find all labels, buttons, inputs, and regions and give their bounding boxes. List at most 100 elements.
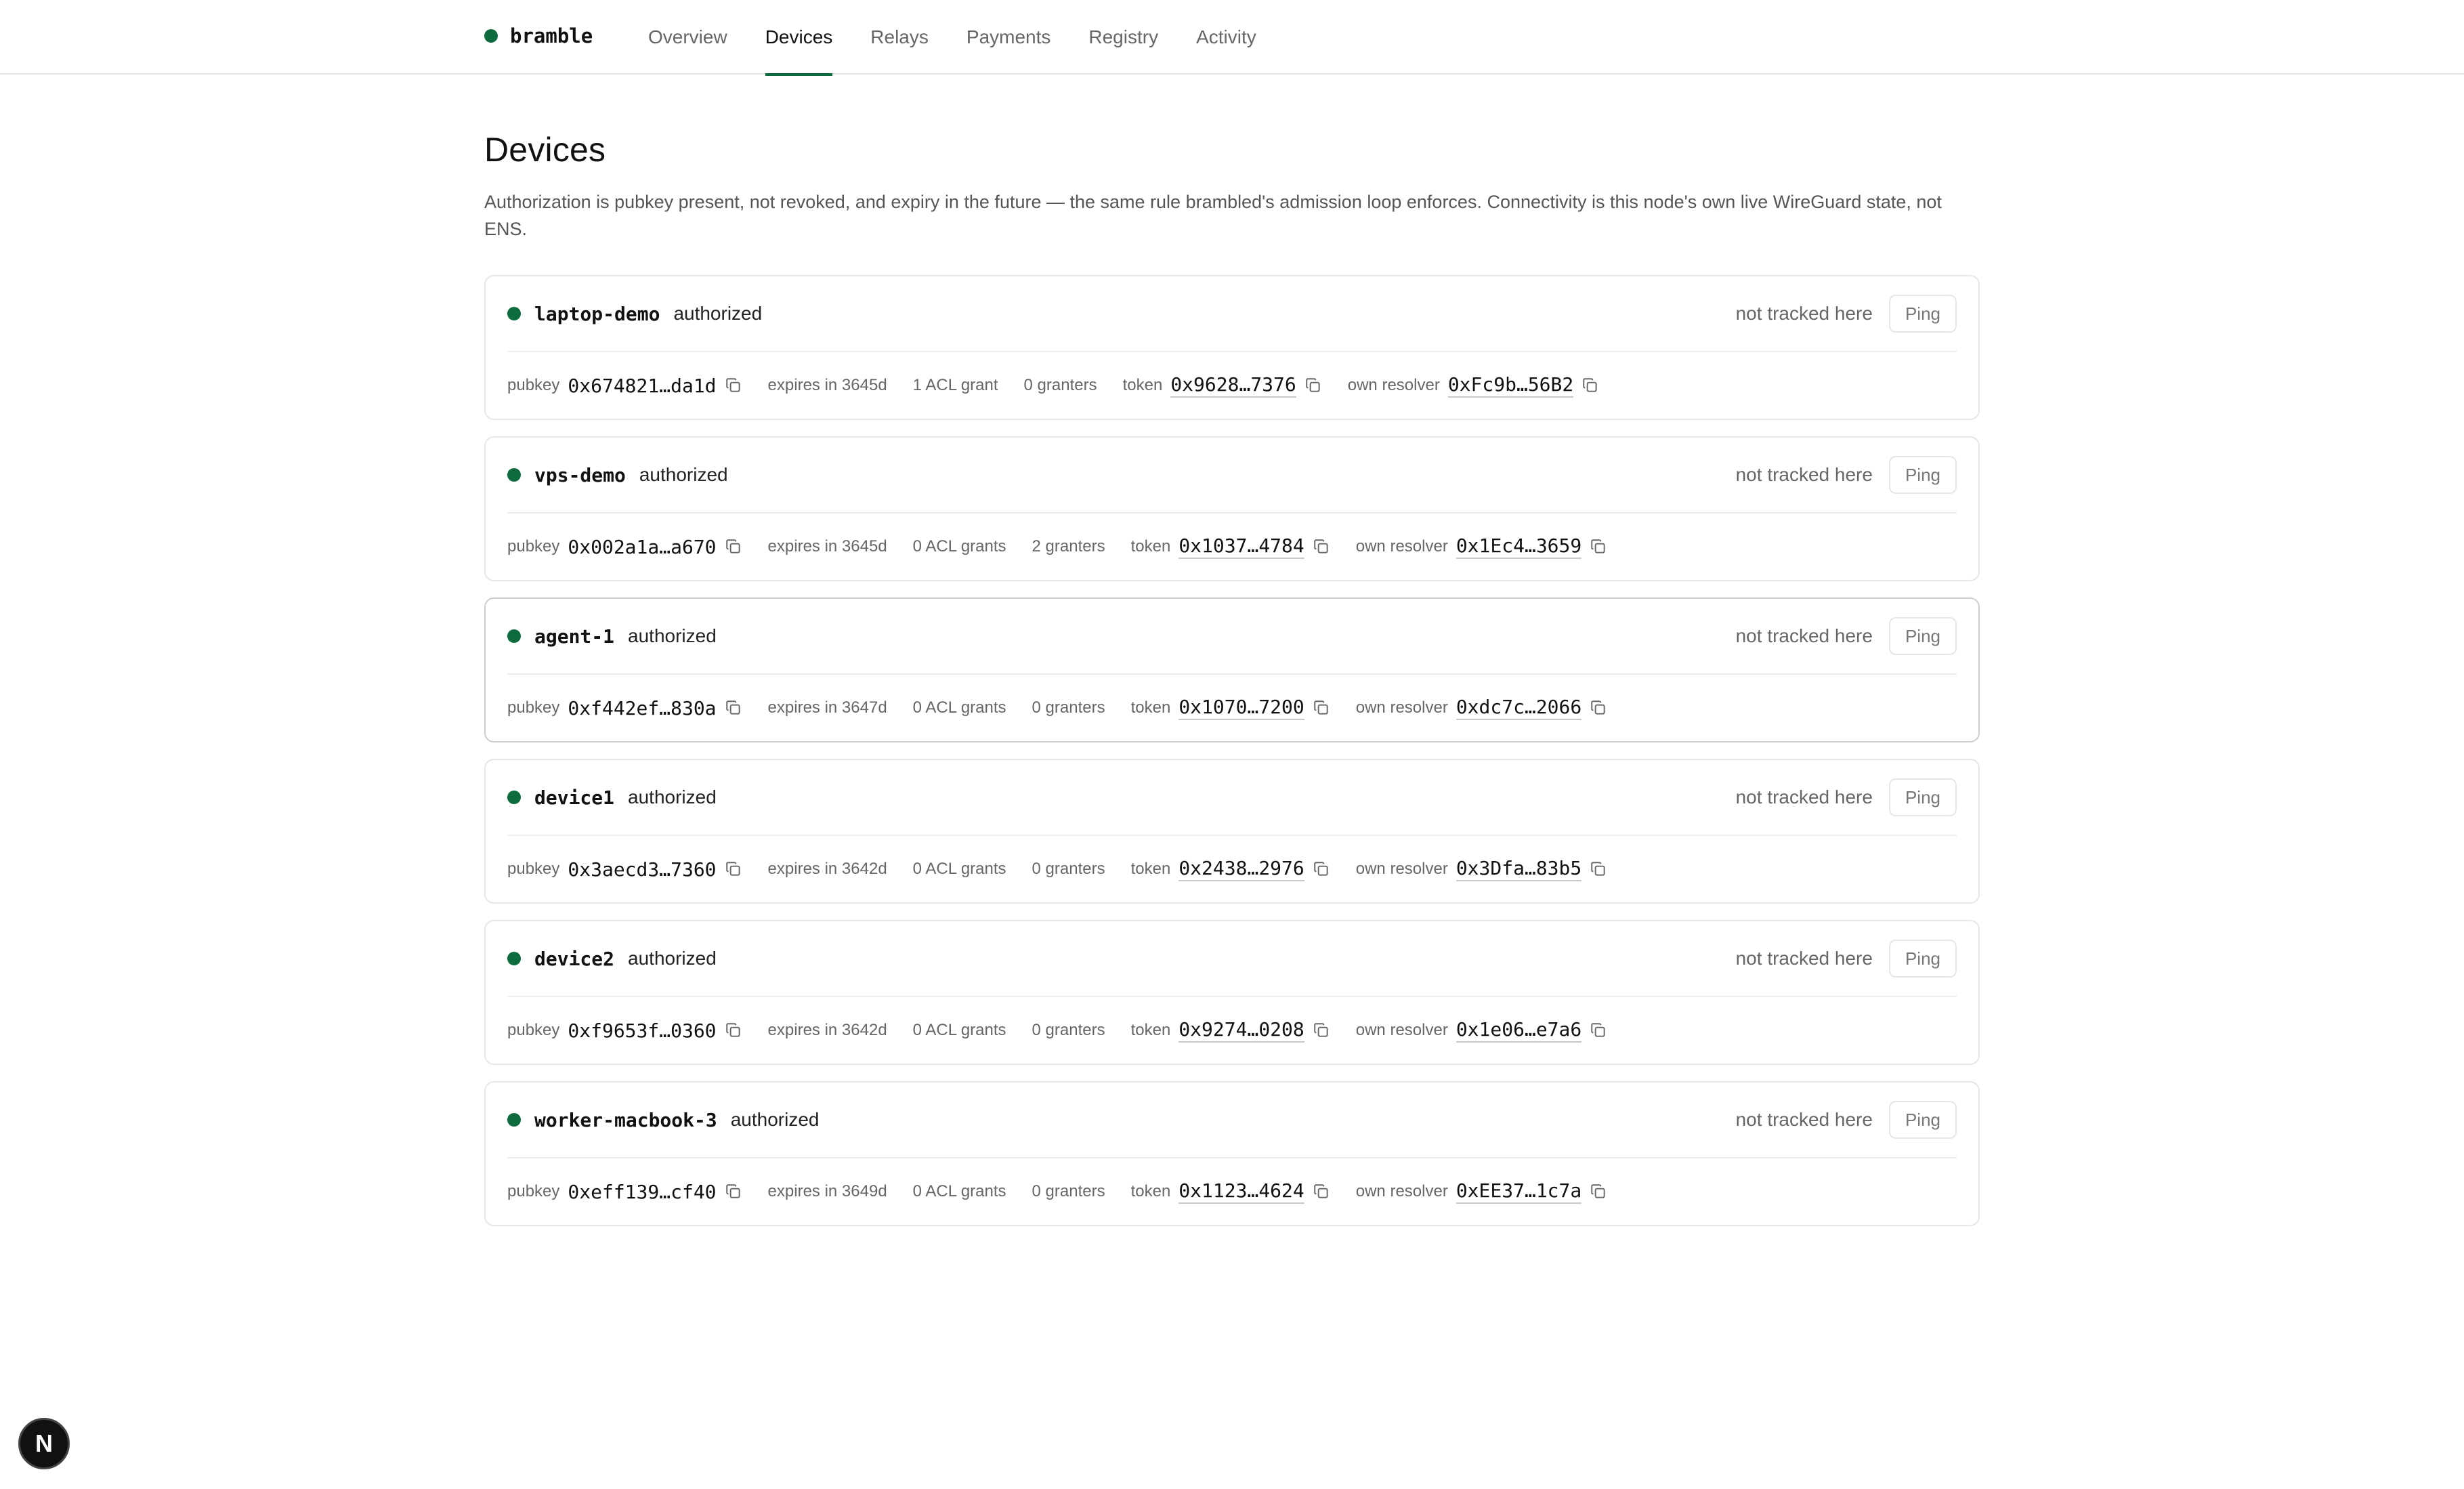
tab-activity[interactable]: Activity (1196, 0, 1256, 75)
main-content: Devices Authorization is pubkey present,… (484, 75, 1980, 1226)
token-link[interactable]: 0x1070…7200 (1178, 696, 1304, 720)
copy-icon[interactable] (1304, 377, 1322, 394)
tab-devices[interactable]: Devices (765, 0, 832, 76)
pubkey-value: 0xf442ef…830a (568, 696, 717, 719)
pubkey-label: pubkey (507, 698, 560, 717)
copy-icon[interactable] (725, 860, 742, 878)
ping-button[interactable]: Ping (1888, 940, 1957, 978)
top-nav: bramble Overview Devices Relays Payments… (0, 0, 2464, 76)
copy-icon[interactable] (1313, 1022, 1330, 1039)
device-name: agent-1 (534, 625, 615, 648)
copy-icon[interactable] (1313, 538, 1330, 555)
acl-grants-text: 0 ACL grants (912, 860, 1006, 878)
brand-status-dot (484, 29, 498, 43)
device-status: authorized (730, 1109, 820, 1130)
ping-button[interactable]: Ping (1888, 456, 1957, 494)
resolver-link[interactable]: 0xFc9b…56B2 (1447, 373, 1574, 398)
pubkey-value: 0xeff139…cf40 (568, 1180, 717, 1203)
dev-tools-badge[interactable]: N (18, 1418, 70, 1469)
device-card: vps-demo authorized not tracked here Pin… (484, 436, 1980, 581)
brand-name: bramble (510, 24, 593, 47)
resolver-link[interactable]: 0x3Dfa…83b5 (1456, 857, 1582, 881)
copy-icon[interactable] (725, 377, 742, 394)
copy-icon[interactable] (1581, 377, 1599, 394)
status-dot-icon (507, 791, 521, 804)
page-title: Devices (484, 131, 606, 169)
token-link[interactable]: 0x1123…4624 (1178, 1179, 1304, 1204)
resolver-link[interactable]: 0xEE37…1c7a (1456, 1179, 1582, 1204)
device-card: device2 authorized not tracked here Ping… (484, 920, 1980, 1065)
token-label: token (1130, 1182, 1171, 1200)
own-resolver-label: own resolver (1355, 537, 1448, 555)
copy-icon[interactable] (1590, 699, 1607, 717)
own-resolver-label: own resolver (1355, 1021, 1448, 1039)
connectivity-status: not tracked here (1735, 303, 1873, 324)
token-link[interactable]: 0x1037…4784 (1178, 534, 1304, 559)
tab-overview[interactable]: Overview (648, 0, 727, 75)
ping-button[interactable]: Ping (1888, 617, 1957, 655)
status-dot-icon (507, 952, 521, 965)
device-card: worker-macbook-3 authorized not tracked … (484, 1081, 1980, 1226)
token-link[interactable]: 0x9274…0208 (1178, 1018, 1304, 1043)
device-card: device1 authorized not tracked here Ping… (484, 759, 1980, 904)
device-card-details: pubkey 0xeff139…cf40 expires in 3649d 0 … (507, 1158, 1957, 1225)
tab-relays[interactable]: Relays (870, 0, 929, 75)
copy-icon[interactable] (1590, 860, 1607, 878)
device-card-header: vps-demo authorized not tracked here Pin… (507, 438, 1957, 513)
pubkey-value: 0x002a1a…a670 (568, 535, 717, 558)
page-description: Authorization is pubkey present, not rev… (484, 192, 1942, 239)
own-resolver-label: own resolver (1355, 1182, 1448, 1200)
ping-button[interactable]: Ping (1888, 778, 1957, 816)
copy-icon[interactable] (1313, 699, 1330, 717)
nav-tabs: Overview Devices Relays Payments Registr… (648, 0, 1256, 76)
pubkey-label: pubkey (507, 1182, 560, 1200)
device-card-header: device1 authorized not tracked here Ping (507, 760, 1957, 836)
copy-icon[interactable] (1590, 1022, 1607, 1039)
resolver-link[interactable]: 0xdc7c…2066 (1456, 696, 1582, 720)
device-card-details: pubkey 0xf442ef…830a expires in 3647d 0 … (507, 675, 1957, 741)
expiry-text: expires in 3647d (767, 698, 887, 717)
connectivity-status: not tracked here (1735, 625, 1873, 646)
resolver-link[interactable]: 0x1Ec4…3659 (1456, 534, 1582, 559)
granters-text: 0 granters (1032, 860, 1105, 878)
pubkey-value: 0x3aecd3…7360 (568, 858, 717, 881)
device-name: device1 (534, 786, 615, 809)
granters-text: 0 granters (1032, 1021, 1105, 1039)
ping-button[interactable]: Ping (1888, 1101, 1957, 1139)
copy-icon[interactable] (725, 538, 742, 555)
status-dot-icon (507, 468, 521, 482)
expiry-text: expires in 3645d (767, 376, 887, 394)
granters-text: 2 granters (1032, 537, 1105, 555)
ping-button[interactable]: Ping (1888, 295, 1957, 333)
resolver-link[interactable]: 0x1e06…e7a6 (1456, 1018, 1582, 1043)
expiry-text: expires in 3642d (767, 1021, 887, 1039)
copy-icon[interactable] (725, 1183, 742, 1200)
copy-icon[interactable] (725, 1022, 742, 1039)
acl-grants-text: 0 ACL grants (912, 698, 1006, 717)
copy-icon[interactable] (725, 699, 742, 717)
pubkey-label: pubkey (507, 1021, 560, 1039)
token-link[interactable]: 0x2438…2976 (1178, 857, 1304, 881)
copy-icon[interactable] (1590, 1183, 1607, 1200)
pubkey-label: pubkey (507, 537, 560, 555)
device-card-header: worker-macbook-3 authorized not tracked … (507, 1083, 1957, 1158)
device-card-details: pubkey 0x674821…da1d expires in 3645d 1 … (507, 352, 1957, 419)
status-dot-icon (507, 629, 521, 643)
copy-icon[interactable] (1313, 1183, 1330, 1200)
status-dot-icon (507, 307, 521, 320)
token-link[interactable]: 0x9628…7376 (1170, 373, 1296, 398)
pubkey-label: pubkey (507, 860, 560, 878)
token-label: token (1130, 1021, 1171, 1039)
tab-payments[interactable]: Payments (967, 0, 1051, 75)
pubkey-value: 0x674821…da1d (568, 374, 717, 397)
tab-registry[interactable]: Registry (1088, 0, 1158, 75)
brand[interactable]: bramble (484, 0, 593, 72)
acl-grants-text: 0 ACL grants (912, 1182, 1006, 1200)
connectivity-status: not tracked here (1735, 948, 1873, 969)
device-name: worker-macbook-3 (534, 1108, 717, 1131)
device-card: agent-1 authorized not tracked here Ping… (484, 597, 1980, 742)
copy-icon[interactable] (1313, 860, 1330, 878)
copy-icon[interactable] (1590, 538, 1607, 555)
granters-text: 0 granters (1032, 698, 1105, 717)
own-resolver-label: own resolver (1355, 860, 1448, 878)
